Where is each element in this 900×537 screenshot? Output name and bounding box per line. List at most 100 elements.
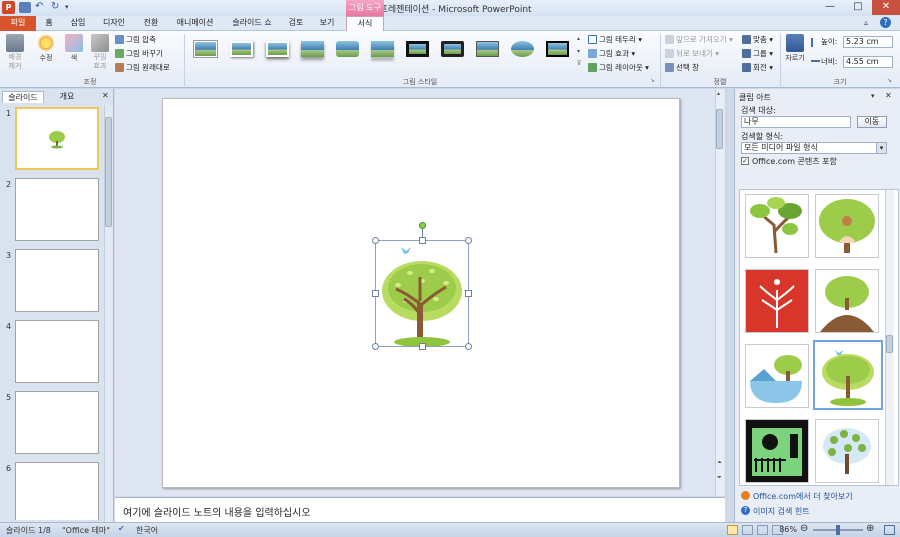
tab-transitions[interactable]: 전환 [138,16,164,31]
chevron-down-icon[interactable]: ▾ [876,143,886,153]
clip-result-tree-roots[interactable] [815,269,879,333]
rotation-handle[interactable] [419,222,426,229]
main-scrollbar[interactable]: ▴ ⏶ ⏷ [715,89,724,496]
picture-style-10[interactable] [507,36,538,63]
clip-result-tree-selected[interactable] [813,340,883,410]
scroll-up-icon[interactable]: ▴ [717,90,720,97]
crop-button[interactable]: 자르기 [783,34,807,63]
notes-pane[interactable]: 여기에 슬라이드 노트의 내용을 입력하십시오 [115,497,725,522]
send-backward-button[interactable]: 뒤로 보내기 ▾ [665,48,719,60]
main-scrollbar-thumb[interactable] [716,109,723,149]
results-scrollbar[interactable] [885,190,894,485]
reading-view-icon[interactable] [757,525,768,535]
close-button[interactable]: ✕ [872,0,900,15]
go-button[interactable]: 이동 [857,116,887,128]
picture-style-3[interactable] [262,36,293,63]
tab-design[interactable]: 디자인 [98,16,130,31]
slides-scrollbar[interactable] [104,105,113,522]
resize-handle-ne[interactable] [465,237,472,244]
theme-status[interactable]: "Office 테마" [62,525,110,536]
clip-result-tree-globe[interactable] [745,344,809,408]
remove-background-button[interactable]: 배경 제거 [2,34,28,71]
clip-result-tree-red[interactable] [745,269,809,333]
picture-style-7[interactable] [402,36,433,63]
artistic-effects-button[interactable]: 꾸밈 효과 [88,34,112,71]
slide-thumbnail-4[interactable] [15,320,99,383]
close-panel-icon[interactable]: ✕ [102,91,109,100]
spell-check-icon[interactable]: ✔ [118,524,125,533]
picture-effects-button[interactable]: 그림 효과 ▾ [588,48,635,60]
resize-handle-n[interactable] [419,237,426,244]
tab-review[interactable]: 검토 [285,16,307,31]
more-at-office-link[interactable]: Office.com에서 더 찾아보기 [753,491,853,502]
search-input[interactable]: 나무 [741,116,851,128]
clip-result-tree-swirl[interactable] [815,419,879,483]
slide-thumbnail-2[interactable] [15,178,99,241]
clip-result-tree-house[interactable] [745,419,809,483]
selected-picture[interactable] [372,222,472,350]
rotate-button[interactable]: 회전 ▾ [742,62,773,74]
minimize-ribbon-icon[interactable]: ▵ [864,18,868,27]
width-input[interactable]: 4.55 cm [843,56,893,68]
slide-sorter-icon[interactable] [742,525,753,535]
slide-thumbnail-5[interactable] [15,391,99,454]
height-input[interactable]: 5.23 cm [843,36,893,48]
notes-placeholder[interactable]: 여기에 슬라이드 노트의 내용을 입력하십시오 [123,504,311,519]
tab-view[interactable]: 보기 [316,16,338,31]
picture-style-9[interactable] [472,36,503,63]
normal-view-icon[interactable] [727,525,738,535]
tab-format[interactable]: 서식 [346,16,384,32]
selection-pane-button[interactable]: 선택 창 [665,62,699,74]
picture-style-5[interactable] [332,36,363,63]
previous-slide-icon[interactable]: ⏶ [717,459,722,467]
pane-options-icon[interactable]: ▾ [871,92,875,100]
zoom-level[interactable]: 86% [779,525,797,534]
resize-handle-e[interactable] [465,290,472,297]
picture-style-6[interactable] [367,36,398,63]
tab-animations[interactable]: 애니메이션 [172,16,218,31]
results-scrollbar-thumb[interactable] [886,335,893,353]
resize-handle-sw[interactable] [372,343,379,350]
zoom-slider-thumb[interactable] [836,525,840,535]
include-office-checkbox[interactable]: ✓ [741,157,749,165]
tab-outline[interactable]: 개요 [46,91,88,103]
slide-thumbnail-6[interactable] [15,462,99,520]
zoom-out-icon[interactable]: ⊖ [800,523,808,534]
gallery-scroll-down-icon[interactable]: ▾ [577,48,585,60]
resize-handle-nw[interactable] [372,237,379,244]
gallery-scroll-up-icon[interactable]: ▴ [577,35,585,47]
tab-home[interactable]: 홈 [38,16,60,31]
picture-style-1[interactable] [190,36,221,63]
minimize-button[interactable]: — [816,0,844,15]
gallery-more-icon[interactable]: ⊽ [577,60,585,72]
slide-thumbnail-3[interactable] [15,249,99,312]
compress-pictures-button[interactable]: 그림 압축 [115,34,156,46]
slide-thumbnail-1[interactable] [15,107,99,170]
picture-style-4[interactable] [297,36,328,63]
picture-style-11[interactable] [542,36,573,63]
slides-scrollbar-thumb[interactable] [105,117,112,227]
next-slide-icon[interactable]: ⏷ [717,474,722,482]
resize-handle-w[interactable] [372,290,379,297]
resize-handle-s[interactable] [419,343,426,350]
bring-forward-button[interactable]: 앞으로 가져오기 ▾ [665,34,733,46]
help-icon[interactable]: ? [880,17,891,28]
picture-style-8[interactable] [437,36,468,63]
align-button[interactable]: 맞춤 ▾ [742,34,773,46]
language-status[interactable]: 한국어 [136,525,158,536]
corrections-button[interactable]: 수정 [32,34,60,63]
slide-canvas[interactable] [162,98,680,488]
group-button[interactable]: 그룹 ▾ [742,48,773,60]
color-button[interactable]: 색 [62,34,86,63]
tab-slides[interactable]: 슬라이드 [2,91,44,103]
size-dialog-launcher-icon[interactable]: ↘ [887,77,892,84]
fit-to-window-icon[interactable] [884,525,895,535]
picture-layout-button[interactable]: 그림 레이아웃 ▾ [588,62,649,74]
media-type-select[interactable]: 모든 미디어 파일 형식 ▾ [741,142,887,154]
picture-styles-dialog-launcher-icon[interactable]: ↘ [650,77,655,84]
tab-slideshow[interactable]: 슬라이드 쇼 [226,16,278,31]
reset-picture-button[interactable]: 그림 원래대로 [115,62,170,74]
picture-border-button[interactable]: 그림 테두리 ▾ [588,34,642,46]
tab-file[interactable]: 파일 [0,16,36,31]
clip-result-tree-meditation[interactable] [815,194,879,258]
